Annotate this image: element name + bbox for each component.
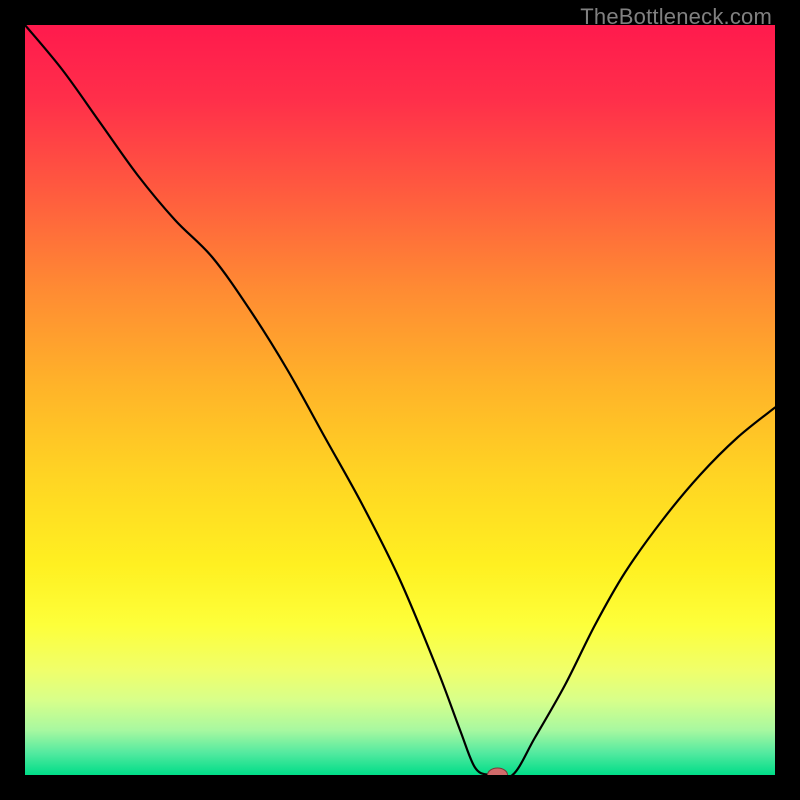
chart-frame: TheBottleneck.com [0,0,800,800]
gradient-background [25,25,775,775]
watermark-text: TheBottleneck.com [580,4,772,30]
chart-svg [25,25,775,775]
plot-area [25,25,775,775]
